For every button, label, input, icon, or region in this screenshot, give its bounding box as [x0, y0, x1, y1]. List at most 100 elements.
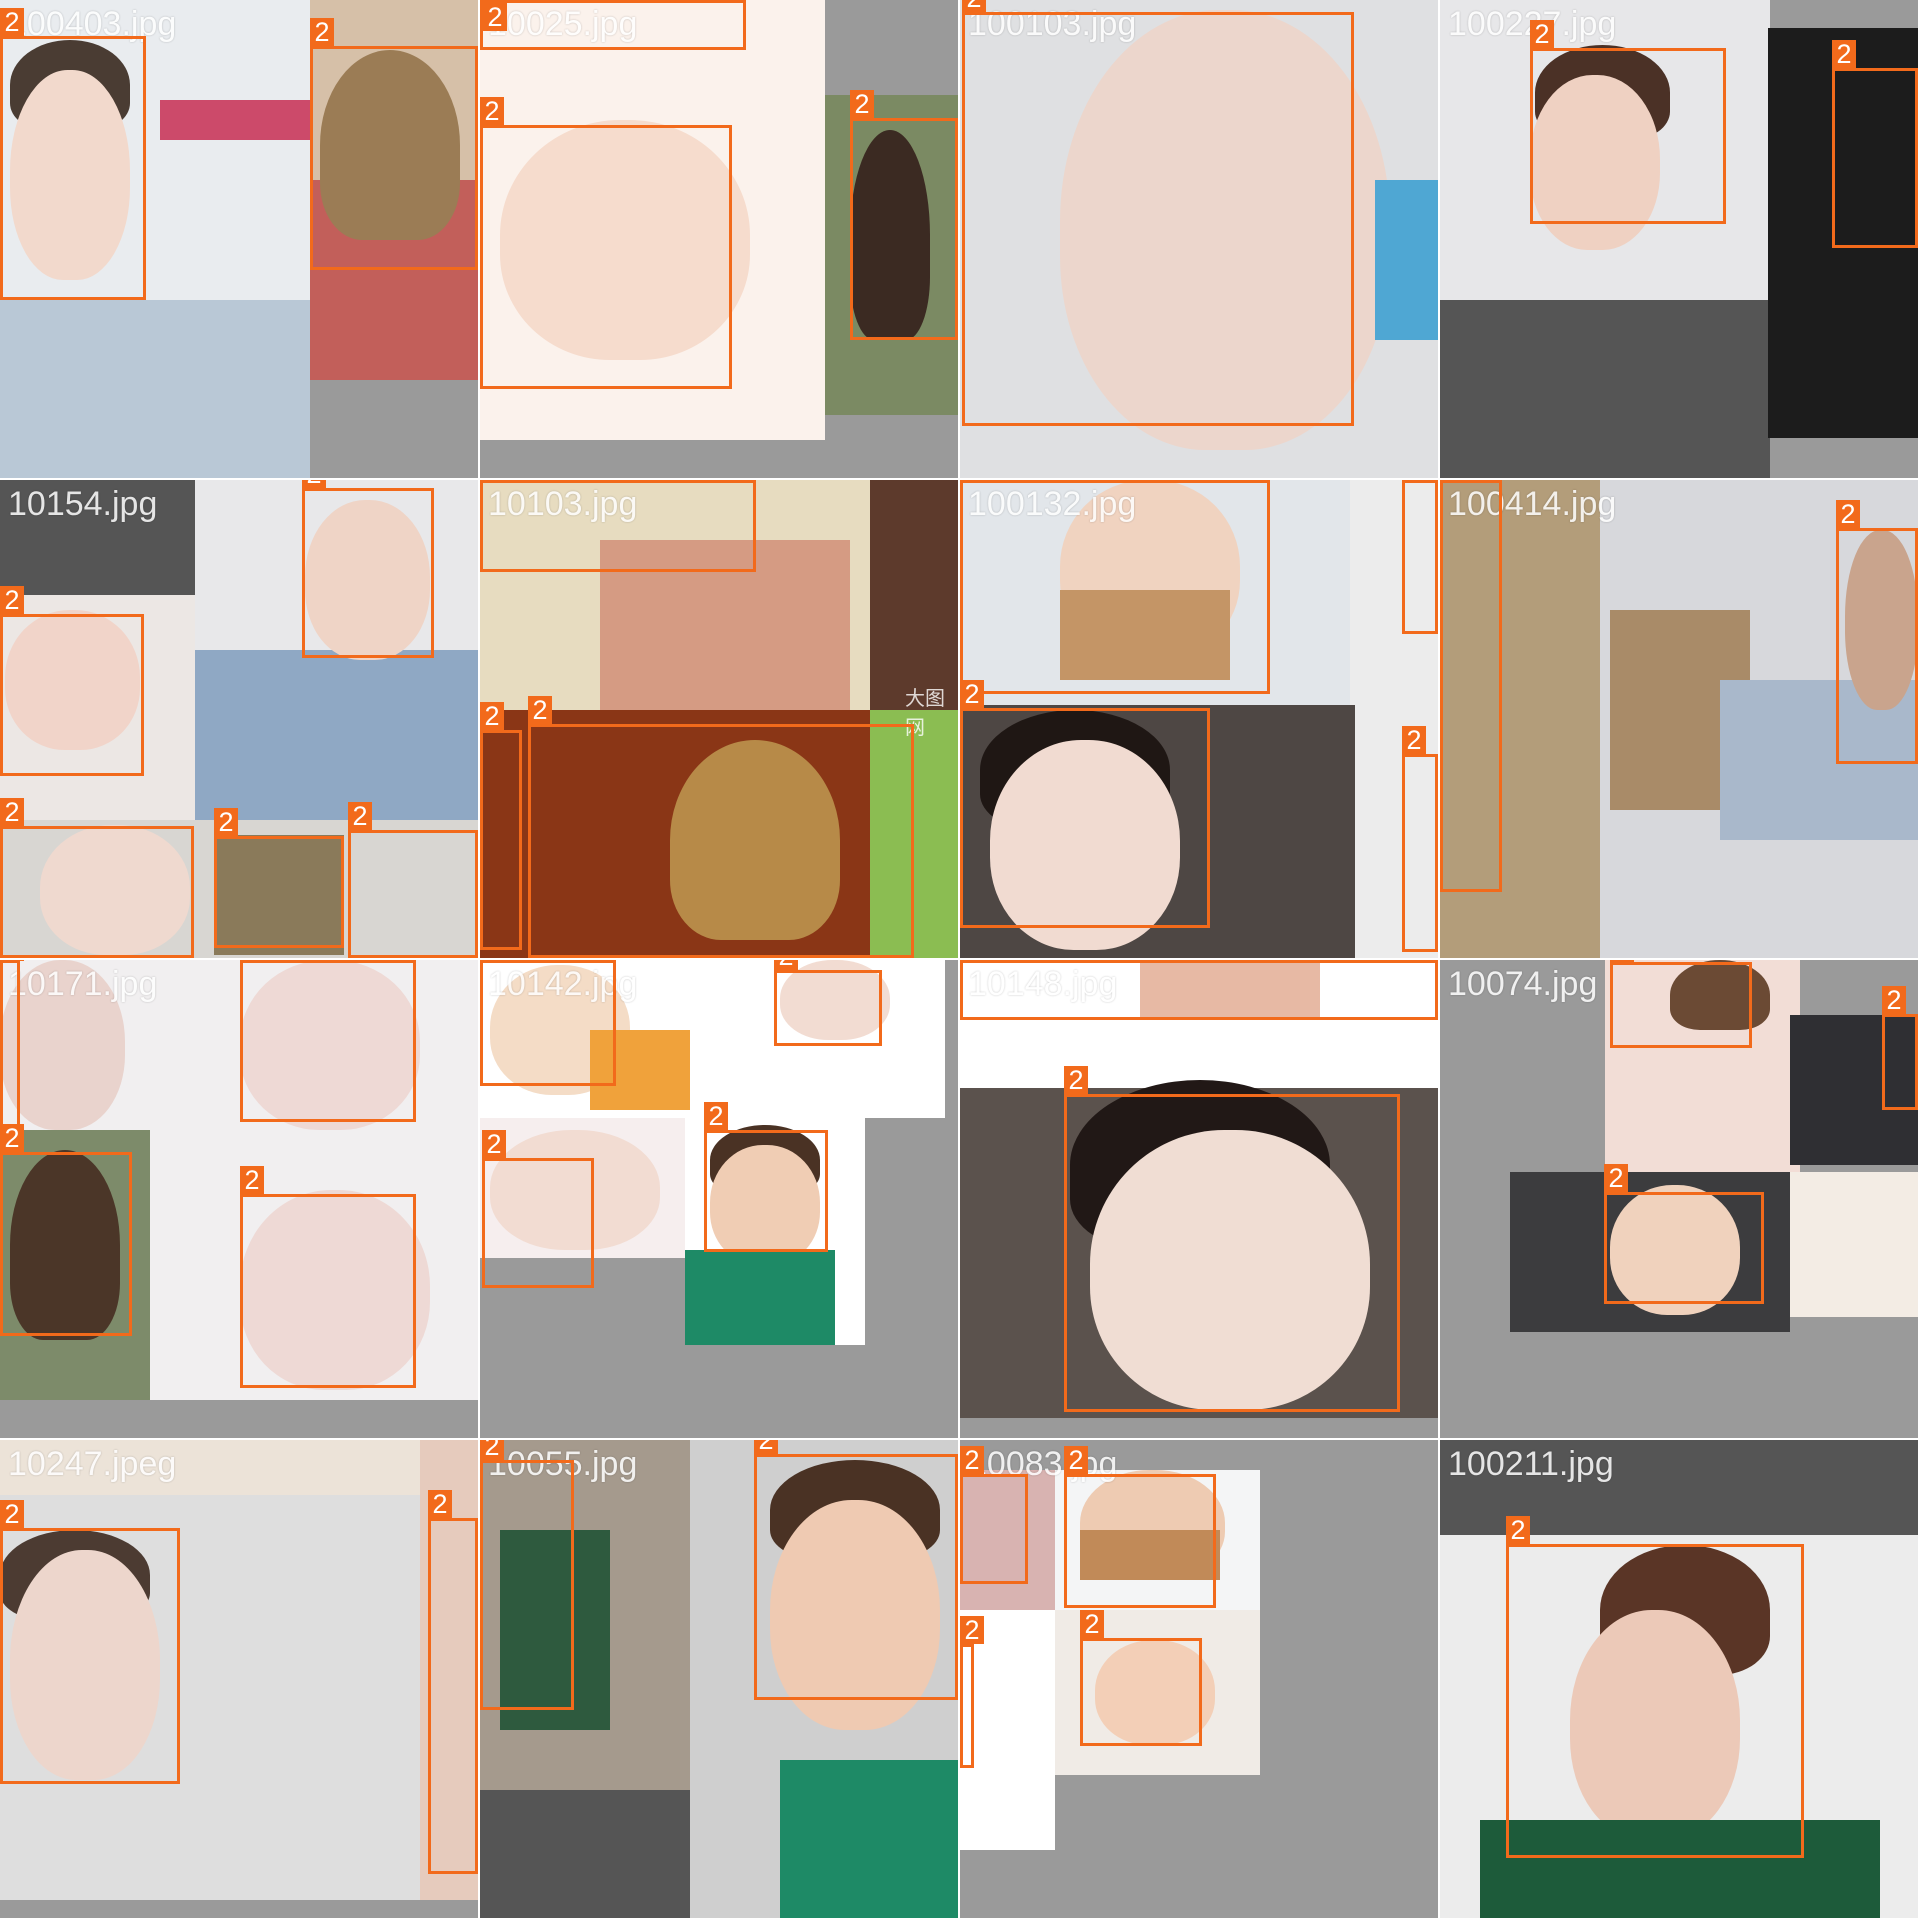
tile-3: 100103.jpg 2: [960, 0, 1438, 478]
detection-box: 2: [850, 90, 958, 340]
tile-6: 10103.jpg 大图网 2 2 2: [480, 480, 958, 958]
detection-box: 2: [480, 1440, 574, 1710]
class-label: 2: [960, 680, 984, 708]
detection-box: 2: [480, 702, 522, 950]
filename-label: 10247.jpeg: [8, 1445, 177, 1483]
detection-box: 2: [960, 680, 1210, 928]
class-label: 2: [0, 1124, 24, 1152]
detection-box: 2: [1440, 480, 1502, 892]
tile-12: 10074.jpg 2 2 2: [1440, 960, 1918, 1438]
detection-box: 2: [1882, 986, 1918, 1110]
denim-jacket: [0, 300, 310, 478]
detection-box: 2: [1402, 480, 1438, 634]
class-label: 2: [704, 1102, 728, 1130]
detection-box: 2: [1064, 1066, 1400, 1412]
class-label: 2: [483, 3, 507, 31]
class-label: 2: [1832, 40, 1856, 68]
class-label: 2: [428, 1490, 452, 1518]
detection-box: 2: [0, 8, 146, 300]
pink-sign: [160, 100, 310, 140]
detection-box: 2: [480, 960, 616, 1086]
detection-box: 2: [480, 97, 732, 389]
class-label: 2: [1836, 500, 1860, 528]
class-label: 2: [480, 97, 504, 125]
detection-box: 2: [528, 696, 914, 958]
class-label: 2: [1882, 986, 1906, 1014]
blue-shirt: [1375, 180, 1438, 340]
detection-box: 2: [310, 18, 478, 270]
tile-9: 10171.jpg 2 2 2 2: [0, 960, 478, 1438]
class-label: 2: [1530, 20, 1554, 48]
class-label: 2: [214, 808, 238, 836]
class-label: 2: [528, 696, 552, 724]
tile-16: 100211.jpg 2: [1440, 1440, 1918, 1918]
filename-label: 10074.jpg: [1448, 965, 1598, 1003]
class-label: 2: [960, 960, 984, 961]
detection-box: 2: [302, 480, 434, 658]
tile-8: 100414.jpg 2 2: [1440, 480, 1918, 958]
class-label: 2: [0, 798, 24, 826]
detection-box: 2: [960, 1446, 1028, 1584]
mosaic-canvas: 100403.jpg 2 2 10025.jpg 2 2 2 100103.jp…: [0, 0, 1920, 1920]
class-label: 2: [480, 1440, 504, 1460]
class-label: 2: [1506, 1516, 1530, 1544]
filename-label: 100211.jpg: [1448, 1445, 1614, 1483]
class-label: 2: [240, 1166, 264, 1194]
detection-box: 2: [754, 1440, 958, 1700]
class-label: 2: [0, 960, 24, 961]
class-label: 2: [1610, 960, 1634, 962]
class-label: 2: [850, 90, 874, 118]
detection-box: 2: [0, 960, 24, 1130]
class-label: 2: [754, 1440, 778, 1454]
class-label: 2: [0, 1500, 24, 1528]
class-label: 2: [0, 8, 24, 36]
class-label: 2: [774, 960, 798, 970]
tile-2: 10025.jpg 2 2 2: [480, 0, 958, 478]
detection-box: 2: [960, 480, 1270, 694]
detection-box: 2: [1610, 960, 1752, 1048]
detection-box: 2: [1836, 500, 1918, 764]
detection-box: 2: [1402, 726, 1438, 952]
detection-box: 2: [428, 1490, 478, 1874]
green-shirt: [685, 1250, 835, 1345]
class-label: 2: [960, 1616, 984, 1644]
tile-4: 100227.jpg 2 2: [1440, 0, 1918, 478]
class-label: 2: [1064, 1066, 1088, 1094]
tile-5: 10154.jpg 2 2 2 2 2: [0, 480, 478, 958]
filename-label: 10154.jpg: [8, 485, 158, 523]
detection-box: 2: [480, 0, 746, 50]
denim-jacket: [195, 650, 478, 820]
detection-box: 2: [0, 1500, 180, 1784]
class-label: 2: [1440, 480, 1464, 481]
detection-box: 2: [482, 1130, 594, 1288]
tile-13: 10247.jpeg 2 2: [0, 1440, 478, 1918]
detection-box: 2: [1064, 1446, 1216, 1608]
class-label: 2: [480, 702, 504, 730]
detection-box: 2: [1832, 40, 1918, 248]
tile-1: 100403.jpg 2 2: [0, 0, 478, 478]
detection-box: 2: [0, 798, 194, 958]
class-label: 2: [1604, 1164, 1628, 1192]
class-label: 2: [348, 802, 372, 830]
tile-15: 10083.jpg 2 2 2 2: [960, 1440, 1438, 1918]
class-label: 2: [310, 18, 334, 46]
detection-box: 2: [0, 1124, 132, 1336]
class-label: 2: [1080, 1610, 1104, 1638]
detection-box: 2: [240, 1166, 416, 1388]
class-label: 2: [1064, 1446, 1088, 1474]
class-label: 2: [960, 1446, 984, 1474]
detection-box: 2: [348, 802, 478, 958]
class-label: 2: [302, 480, 326, 488]
green-shirt: [780, 1760, 958, 1918]
detection-box: 2: [1080, 1610, 1202, 1746]
detection-box: 2: [704, 1102, 828, 1252]
tile-10: 10142.jpg 2 2 2 2: [480, 960, 958, 1438]
detection-box: 2: [962, 0, 1354, 426]
detection-box: 2: [0, 586, 144, 776]
detection-box: 2: [480, 480, 756, 572]
tile-14: 10055.jpg 2 2: [480, 1440, 958, 1918]
detection-box: 2: [1530, 20, 1726, 224]
detection-box: 2: [960, 960, 1438, 1020]
detection-box: 2: [774, 960, 882, 1046]
detection-box: 2: [240, 960, 416, 1122]
